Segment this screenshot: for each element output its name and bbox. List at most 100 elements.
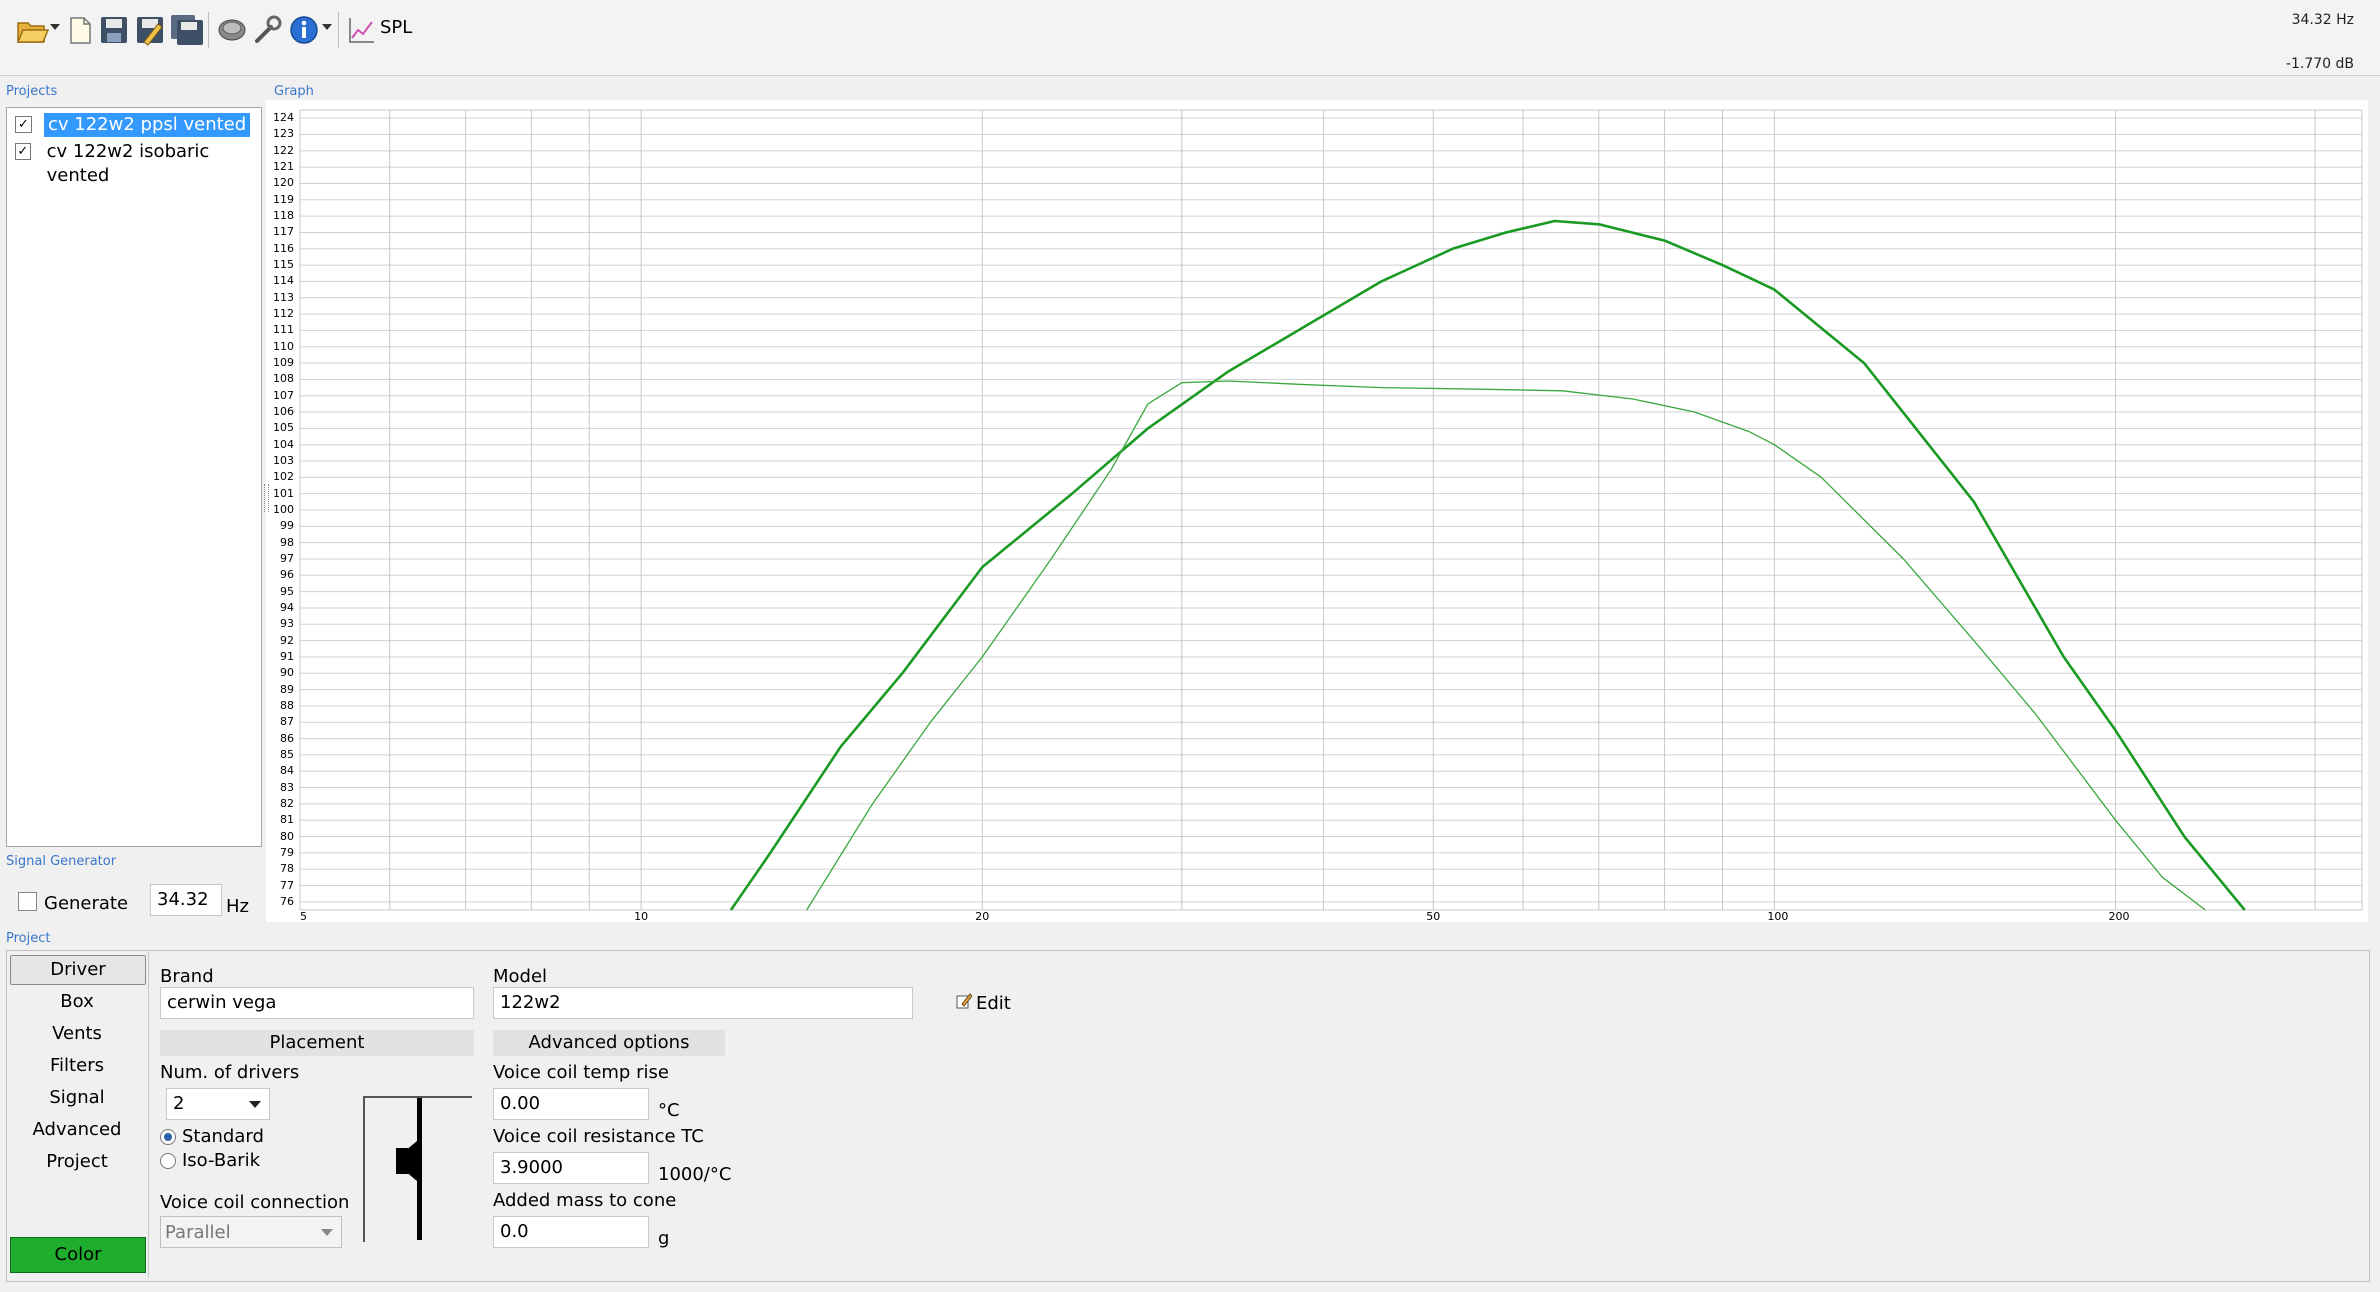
chevron-down-icon [321,1229,333,1236]
y-tick-label: 120 [273,176,294,190]
spl-curve-1 [729,219,2246,911]
y-tick-label: 101 [273,486,294,500]
brand-label: Brand [160,966,214,987]
sidebar-item-vents[interactable]: Vents [10,1020,144,1048]
added-mass-input[interactable]: 0.0 [493,1216,649,1248]
x-tick-label: 100 [1767,910,1789,923]
y-tick-label: 119 [273,192,294,206]
placement-header: Placement [160,1030,474,1056]
x-tick-label: 200 [2108,910,2130,923]
y-tick-label: 114 [273,274,294,288]
vc-connection-select[interactable]: Parallel [160,1216,342,1248]
y-tick-label: 115 [273,258,294,272]
y-tick-label: 124 [273,111,294,125]
y-tick-label: 95 [280,584,294,598]
y-tick-label: 107 [273,388,294,402]
y-tick-label: 106 [273,405,294,419]
vc-temp-input[interactable]: 0.00 [493,1088,649,1120]
num-drivers-value: 2 [173,1093,185,1114]
project-section-label: Project [6,931,51,946]
y-tick-label: 90 [280,666,294,680]
model-input[interactable]: 122w2 [493,987,913,1019]
y-tick-label: 122 [273,143,294,157]
color-button[interactable]: Color [10,1237,146,1273]
speaker-placement-diagram [362,1096,474,1242]
added-mass-label: Added mass to cone [493,1190,677,1211]
y-tick-label: 85 [280,747,294,761]
y-tick-label: 88 [280,698,294,712]
vc-temp-unit: °C [658,1100,680,1121]
y-tick-label: 89 [280,682,294,696]
splitter-handle[interactable] [264,484,269,512]
edit-button[interactable]: Edit [956,992,1011,1014]
y-tick-label: 103 [273,454,294,468]
added-mass-unit: g [658,1228,670,1249]
y-tick-label: 116 [273,241,294,255]
y-tick-label: 76 [280,894,294,908]
sidebar-item-box[interactable]: Box [10,988,144,1016]
y-tick-label: 78 [280,862,294,876]
x-tick-label: 20 [975,910,990,923]
x-tick-label: 50 [1426,910,1441,923]
y-tick-label: 96 [280,568,294,582]
y-tick-label: 98 [280,535,294,549]
project-panel-divider [148,952,149,1278]
num-drivers-label: Num. of drivers [160,1062,300,1083]
y-tick-label: 117 [273,225,294,239]
y-tick-label: 94 [280,600,294,614]
y-tick-label: 81 [280,813,294,827]
y-tick-label: 84 [280,764,294,778]
vc-tc-input[interactable]: 3.9000 [493,1152,649,1184]
isobarik-radio[interactable]: Iso-Barik [160,1150,260,1171]
radio-button-icon [160,1128,176,1145]
y-tick-label: 121 [273,160,294,174]
sidebar-item-project[interactable]: Project [10,1148,144,1176]
y-tick-label: 111 [273,323,294,337]
y-tick-label: 82 [280,796,294,810]
vc-temp-label: Voice coil temp rise [493,1062,669,1083]
standard-label: Standard [182,1126,264,1147]
y-tick-label: 80 [280,829,294,843]
x-tick-label: 5 [300,910,307,923]
y-tick-label: 99 [280,519,294,533]
sidebar-item-filters[interactable]: Filters [10,1052,144,1080]
brand-input[interactable]: cerwin vega [160,987,474,1019]
y-tick-label: 108 [273,372,294,386]
sidebar-item-driver[interactable]: Driver [10,955,146,985]
sidebar-item-signal[interactable]: Signal [10,1084,144,1112]
y-tick-label: 83 [280,780,294,794]
y-tick-label: 77 [280,878,294,892]
sidebar-item-advanced[interactable]: Advanced [10,1116,144,1144]
radio-button-icon [160,1152,176,1169]
y-tick-label: 118 [273,209,294,223]
standard-radio[interactable]: Standard [160,1126,264,1147]
y-tick-label: 102 [273,470,294,484]
y-tick-label: 105 [273,421,294,435]
edit-icon [956,992,973,1014]
y-tick-label: 110 [273,339,294,353]
chevron-down-icon [249,1101,261,1108]
advanced-options-header: Advanced options [493,1030,725,1056]
y-tick-label: 97 [280,551,294,565]
y-tick-label: 113 [273,290,294,304]
y-tick-label: 109 [273,356,294,370]
y-tick-label: 79 [280,845,294,859]
y-tick-label: 86 [280,731,294,745]
vc-connection-label: Voice coil connection [160,1192,350,1213]
num-drivers-select[interactable]: 2 [166,1088,270,1120]
model-label: Model [493,966,548,987]
vc-tc-unit: 1000/°C [658,1164,732,1185]
y-tick-label: 91 [280,649,294,663]
y-tick-label: 87 [280,715,294,729]
isobarik-label: Iso-Barik [182,1150,261,1171]
spl-curve-2 [806,380,2206,911]
vc-tc-label: Voice coil resistance TC [493,1126,704,1147]
edit-label: Edit [976,992,1011,1014]
x-tick-label: 10 [634,910,649,923]
y-tick-label: 100 [273,503,294,516]
vc-connection-value: Parallel [165,1222,231,1243]
y-tick-label: 92 [280,633,294,647]
y-tick-label: 123 [273,127,294,141]
y-tick-label: 93 [280,617,294,631]
y-tick-label: 112 [273,307,294,321]
